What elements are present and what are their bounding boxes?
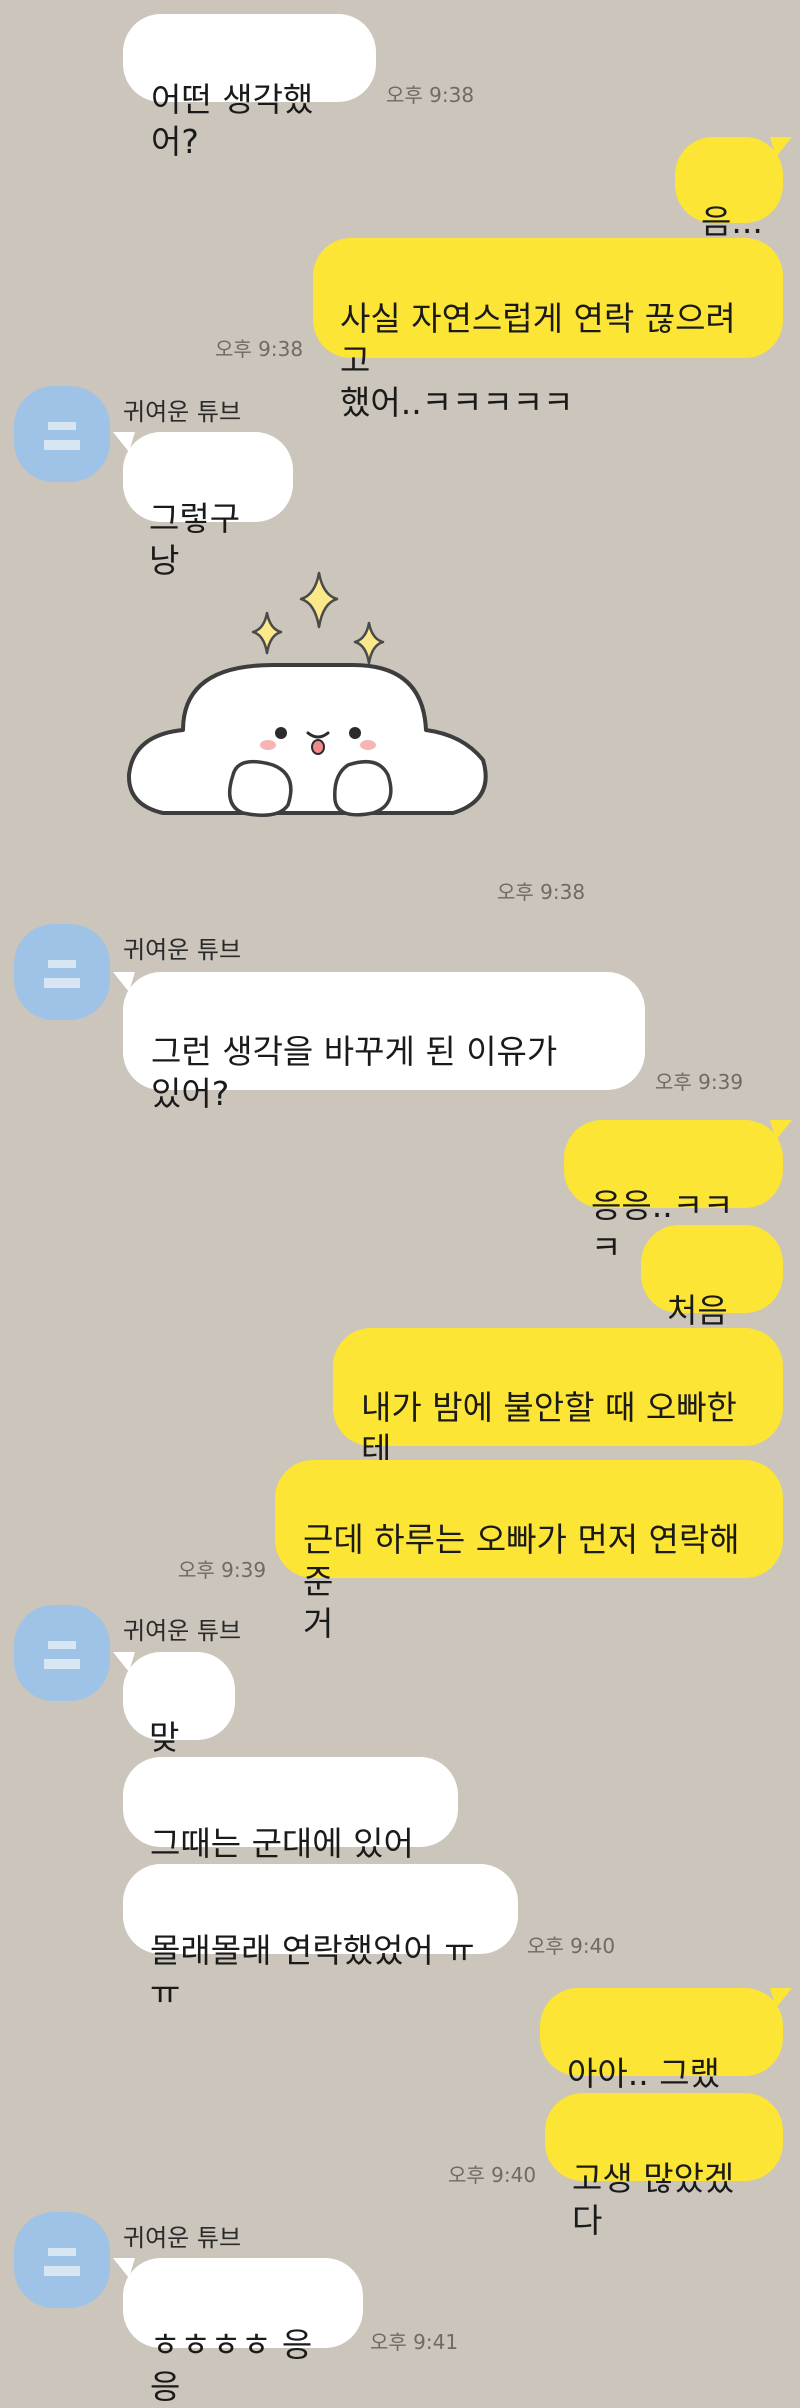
message-time: 오후 9:41 <box>370 2330 459 2354</box>
outgoing-message[interactable]: 근데 하루는 오빠가 먼저 연락해준 거 <box>275 1460 783 1643</box>
message-text: 사실 자연스럽게 연락 끊으려고 했어..ㅋㅋㅋㅋㅋ <box>340 299 736 422</box>
message-time: 오후 9:40 <box>527 1934 616 1958</box>
incoming-message[interactable]: 그때는 군대에 있어서 <box>123 1757 458 1905</box>
incoming-message[interactable]: 그런 생각을 바꾸게 된 이유가 있어? <box>123 972 645 1113</box>
incoming-message[interactable]: 몰래몰래 연락했었어 ㅠㅠ <box>123 1864 518 2012</box>
avatar[interactable] <box>14 1605 110 1701</box>
avatar[interactable] <box>14 386 110 482</box>
message-text: 그런 생각을 바꾸게 된 이유가 있어? <box>151 1032 558 1113</box>
outgoing-message[interactable]: 내가 밤에 불안할 때 오빠한테 자냐고 물어봤었잖아 <box>333 1328 783 1511</box>
sender-name: 귀여운 튜브 <box>123 1617 242 1645</box>
incoming-message[interactable]: ㅎㅎㅎㅎ 응응 <box>123 2258 363 2406</box>
outgoing-message[interactable]: 처음에 <box>641 1225 783 1372</box>
message-text: 음... <box>701 202 763 241</box>
message-time: 오후 9:38 <box>215 337 304 361</box>
white-seal-sticker-icon <box>126 571 488 817</box>
bubble-tail-icon <box>770 137 792 157</box>
message-text: 어떤 생각했어? <box>151 80 314 161</box>
avatar[interactable] <box>14 924 110 1020</box>
message-text: ㅎㅎㅎㅎ 응응 <box>150 2325 313 2406</box>
message-time: 오후 9:39 <box>655 1070 744 1094</box>
message-text: 근데 하루는 오빠가 먼저 연락해준 거 <box>303 1520 740 1643</box>
message-time: 오후 9:38 <box>386 83 475 107</box>
message-time: 오후 9:39 <box>178 1558 267 1582</box>
sticker[interactable] <box>123 565 493 835</box>
sender-name: 귀여운 튜브 <box>123 2224 242 2252</box>
message-time: 오후 9:40 <box>448 2163 537 2187</box>
outgoing-message[interactable]: 아아.. 그랬지.. <box>540 1988 783 2135</box>
bubble-tail-icon <box>770 1988 792 2008</box>
sender-name: 귀여운 튜브 <box>123 398 242 426</box>
incoming-message[interactable]: 어떤 생각했어? <box>123 14 376 161</box>
incoming-message[interactable]: 그렇구낭 <box>123 432 293 580</box>
sender-name: 귀여운 튜브 <box>123 936 242 964</box>
outgoing-message[interactable]: 고생 많았겠다 <box>545 2093 783 2240</box>
message-text: 고생 많았겠다 <box>572 2159 735 2240</box>
message-time: 오후 9:38 <box>497 880 586 904</box>
bubble-tail-icon <box>770 1120 792 1140</box>
message-text: 몰래몰래 연락했었어 ㅠㅠ <box>150 1931 475 2012</box>
outgoing-message[interactable]: 사실 자연스럽게 연락 끊으려고 했어..ㅋㅋㅋㅋㅋ <box>313 238 783 422</box>
avatar[interactable] <box>14 2212 110 2308</box>
outgoing-message[interactable]: 응응..ㅋㅋㅋ <box>564 1120 783 1267</box>
outgoing-message[interactable]: 음... <box>675 137 783 241</box>
incoming-message[interactable]: 맞아 <box>123 1652 235 1799</box>
